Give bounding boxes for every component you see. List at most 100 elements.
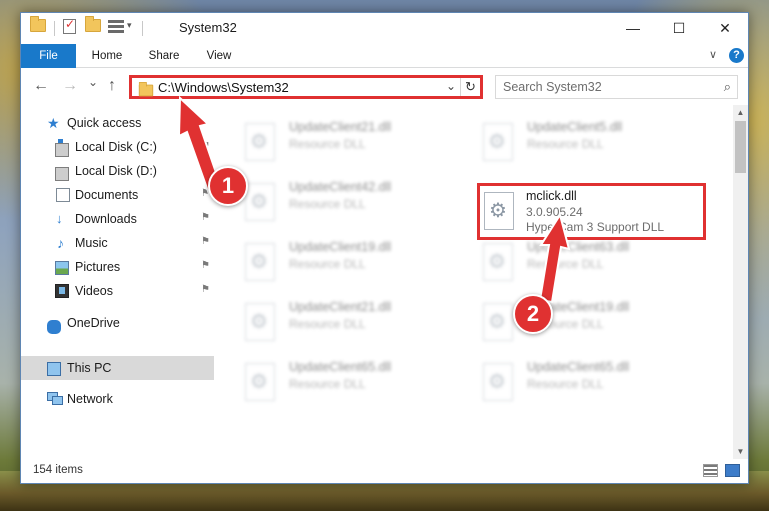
title-separator bbox=[142, 21, 143, 36]
drive-icon bbox=[55, 167, 69, 181]
dll-file-icon: ⚙ bbox=[245, 243, 275, 281]
file-tile[interactable]: ⚙ UpdateClient19.dll Resource DLL bbox=[239, 233, 459, 285]
sidebar-item-this-pc[interactable]: This PC bbox=[21, 356, 214, 380]
large-icons-view-button[interactable] bbox=[725, 464, 740, 477]
file-type: Resource DLL bbox=[289, 197, 366, 211]
new-folder-icon[interactable] bbox=[85, 16, 101, 37]
dll-file-icon: ⚙ bbox=[245, 363, 275, 401]
file-name: UpdateClient5.dll bbox=[527, 120, 623, 134]
view-options-icon[interactable] bbox=[108, 19, 124, 37]
sidebar-item-label: Local Disk (D:) bbox=[75, 164, 157, 178]
tab-share[interactable]: Share bbox=[139, 44, 189, 68]
file-type: Resource DLL bbox=[289, 137, 366, 151]
star-icon: ★ bbox=[47, 115, 60, 131]
close-button[interactable]: ✕ bbox=[702, 13, 748, 44]
vertical-scrollbar[interactable]: ▲ ▼ bbox=[733, 105, 748, 459]
sidebar-item-label: Network bbox=[67, 392, 113, 406]
help-icon[interactable]: ? bbox=[729, 48, 744, 63]
dll-file-icon: ⚙ bbox=[484, 192, 514, 230]
search-placeholder[interactable]: Search System32 bbox=[503, 80, 602, 94]
file-tile[interactable]: ⚙ UpdateClient63.dll Resource DLL bbox=[477, 233, 697, 285]
documents-icon bbox=[56, 188, 70, 202]
window-folder-icon bbox=[30, 16, 46, 37]
mclick-dll-file-tile[interactable]: ⚙ mclick.dll 3.0.905.24 HyperCam 3 Suppo… bbox=[477, 183, 706, 240]
dll-file-icon: ⚙ bbox=[245, 183, 275, 221]
sidebar-item-documents[interactable]: Documents ⚑ bbox=[21, 183, 214, 207]
forward-button[interactable]: → bbox=[62, 77, 78, 95]
sidebar-item-videos[interactable]: Videos ⚑ bbox=[21, 279, 214, 303]
downloads-icon: ↓ bbox=[56, 211, 63, 226]
ribbon-tabs: File Home Share View ∨ ? bbox=[21, 44, 748, 68]
pin-icon: ⚑ bbox=[201, 260, 210, 271]
refresh-button[interactable]: ↻ bbox=[460, 78, 480, 96]
minimize-button[interactable]: — bbox=[610, 13, 656, 44]
pin-icon: ⚑ bbox=[201, 140, 210, 151]
step-1-badge: 1 bbox=[208, 166, 248, 206]
file-tile[interactable]: ⚙ UpdateClient19.dll Resource DLL bbox=[477, 293, 697, 345]
file-type: Resource DLL bbox=[289, 257, 366, 271]
sidebar-item-label: Quick access bbox=[67, 116, 142, 130]
address-path[interactable]: C:\Windows\System32 bbox=[158, 80, 289, 95]
file-name: UpdateClient21.dll bbox=[289, 300, 392, 314]
sidebar-item-local-disk-d[interactable]: Local Disk (D:) ⚑ bbox=[21, 159, 214, 183]
drive-icon bbox=[55, 139, 69, 157]
sidebar-item-downloads[interactable]: ↓ Downloads ⚑ bbox=[21, 207, 214, 231]
sidebar-item-local-disk-c[interactable]: Local Disk (C:) ⚑ bbox=[21, 135, 214, 159]
sidebar-item-label: Videos bbox=[75, 284, 113, 298]
tab-view[interactable]: View bbox=[196, 44, 242, 68]
address-bar[interactable]: C:\Windows\System32 ⌄ ↻ bbox=[129, 75, 483, 99]
back-button[interactable]: ← bbox=[33, 77, 49, 95]
pin-icon: ⚑ bbox=[201, 236, 210, 247]
dll-file-icon: ⚙ bbox=[483, 243, 513, 281]
file-tile[interactable]: ⚙ UpdateClient5.dll Resource DLL bbox=[477, 113, 697, 165]
up-button[interactable]: ↑ bbox=[108, 77, 116, 95]
file-tile[interactable]: ⚙ UpdateClient65.dll Resource DLL bbox=[239, 353, 459, 405]
maximize-button[interactable]: ☐ bbox=[656, 13, 702, 44]
address-dropdown-icon[interactable]: ⌄ bbox=[446, 79, 456, 93]
dll-file-icon: ⚙ bbox=[483, 363, 513, 401]
details-view-button[interactable] bbox=[703, 464, 718, 477]
file-version: 3.0.905.24 bbox=[526, 205, 583, 219]
tab-file[interactable]: File bbox=[21, 44, 76, 68]
sidebar-item-label: Downloads bbox=[75, 212, 137, 226]
sidebar-item-pictures[interactable]: Pictures ⚑ bbox=[21, 255, 214, 279]
dll-file-icon: ⚙ bbox=[245, 303, 275, 341]
file-tile[interactable]: ⚙ UpdateClient21.dll Resource DLL bbox=[239, 293, 459, 345]
sidebar-item-quick-access[interactable]: ★ Quick access bbox=[21, 111, 214, 135]
file-list: ⚙ UpdateClient21.dll Resource DLL ⚙ Upda… bbox=[217, 105, 733, 459]
onedrive-icon bbox=[47, 320, 61, 334]
step-2-badge: 2 bbox=[513, 294, 553, 334]
scroll-down-arrow-icon[interactable]: ▼ bbox=[733, 444, 748, 459]
file-tile[interactable]: ⚙ UpdateClient65.dll Resource DLL bbox=[477, 353, 697, 405]
scroll-up-arrow-icon[interactable]: ▲ bbox=[733, 105, 748, 120]
quick-access-dropdown-icon[interactable]: ▾ bbox=[127, 20, 132, 38]
scrollbar-thumb[interactable] bbox=[735, 121, 746, 173]
status-bar: 154 items bbox=[21, 459, 748, 483]
sidebar-item-label: Documents bbox=[75, 188, 139, 202]
music-icon: ♪ bbox=[57, 235, 64, 251]
search-icon[interactable]: ⌕ bbox=[724, 79, 731, 95]
tab-home[interactable]: Home bbox=[81, 44, 133, 68]
sidebar-item-music[interactable]: ♪ Music ⚑ bbox=[21, 231, 214, 255]
file-name: UpdateClient65.dll bbox=[527, 360, 630, 374]
pin-icon: ⚑ bbox=[201, 164, 210, 175]
sidebar-item-onedrive[interactable]: OneDrive bbox=[21, 311, 214, 335]
search-box[interactable]: Search System32 ⌕ bbox=[495, 75, 738, 99]
file-name: UpdateClient19.dll bbox=[289, 240, 392, 254]
file-name: UpdateClient21.dll bbox=[289, 120, 392, 134]
title-bar: ▾ System32 — ☐ ✕ bbox=[21, 13, 748, 44]
ribbon-collapse-icon[interactable]: ∨ bbox=[709, 48, 717, 61]
pin-icon: ⚑ bbox=[201, 212, 210, 223]
file-name: UpdateClient63.dll bbox=[527, 240, 630, 254]
address-folder-icon bbox=[138, 81, 154, 97]
recent-locations-button[interactable]: ⌄ bbox=[88, 73, 98, 91]
sidebar-item-label: OneDrive bbox=[67, 316, 120, 330]
file-type: HyperCam 3 Support DLL bbox=[526, 220, 665, 234]
file-name: UpdateClient65.dll bbox=[289, 360, 392, 374]
sidebar-item-network[interactable]: Network bbox=[21, 387, 214, 411]
properties-icon[interactable] bbox=[63, 17, 76, 37]
file-type: Resource DLL bbox=[289, 377, 366, 391]
file-tile[interactable]: ⚙ UpdateClient42.dll Resource DLL bbox=[239, 173, 459, 225]
file-tile[interactable]: ⚙ UpdateClient21.dll Resource DLL bbox=[239, 113, 459, 165]
sidebar-item-label: Pictures bbox=[75, 260, 121, 274]
